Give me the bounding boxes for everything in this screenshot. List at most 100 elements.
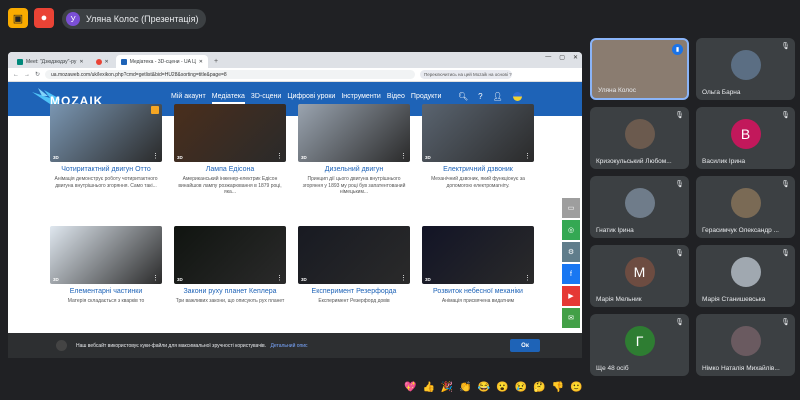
reaction-icon[interactable]: 🤔 — [533, 382, 545, 393]
participant-tile[interactable]: 🎙︎ Кризокульський Любом... — [590, 107, 689, 169]
participant-tile[interactable]: В 🎙︎ Василик Ірина — [696, 107, 795, 169]
media-card-title[interactable]: Розвиток небесної механіки — [422, 288, 534, 295]
media-card[interactable]: 3D ⋮ Елементарні частинки Матерія складаєть… — [50, 226, 162, 318]
reaction-icon[interactable]: 😂 — [478, 382, 490, 393]
menu-item-3d[interactable]: 3D-сцени — [251, 93, 281, 104]
participant-tile[interactable]: 🎙︎ Марія Станишевська — [696, 245, 795, 307]
media-thumbnail[interactable]: 3D ⋮ — [174, 226, 286, 284]
media-card-description: Анімація демонструє роботу чотиритактног… — [54, 176, 158, 189]
media-card[interactable]: 3D ⋮ Розвиток небесної механіки Анімація пр… — [422, 226, 534, 318]
more-options-icon[interactable]: ⋮ — [524, 274, 531, 282]
profile-switch-hint[interactable]: Переключитись на цей Mozaik на основі ? — [420, 70, 513, 79]
reaction-icon[interactable]: 😮 — [496, 382, 508, 393]
mic-off-icon: 🎙︎ — [781, 43, 790, 50]
participant-name: Гнатик Ірина — [596, 227, 634, 234]
cookie-details-link[interactable]: Детальний опис — [270, 343, 307, 349]
menu-item-video[interactable]: Відео — [387, 93, 405, 104]
media-card[interactable]: 3D ⋮ Електричний дзвоник Механічний дзвоник… — [422, 104, 534, 196]
ua-flag-icon[interactable] — [512, 92, 522, 101]
media-card[interactable]: 3D ⋮ Закони руху планет Кеплера Три важливи… — [174, 226, 286, 318]
media-card-title[interactable]: Лампа Едісона — [174, 166, 286, 173]
participant-tile[interactable]: 🎙︎ Гнатик Ірина — [590, 176, 689, 238]
media-card-title[interactable]: Закони руху планет Кеплера — [174, 288, 286, 295]
participant-tile[interactable]: 🎙︎ Герасимчук Олександр ... — [696, 176, 795, 238]
record-icon[interactable]: ● — [34, 8, 54, 28]
media-thumbnail[interactable]: 3D ⋮ — [422, 226, 534, 284]
user-icon[interactable]: 👤︎ — [493, 92, 503, 101]
3d-badge-icon: 3D — [53, 277, 59, 282]
participant-tile[interactable]: 🎙︎ Німко Наталія Михайлів... — [696, 314, 795, 376]
media-thumbnail[interactable]: 3D ⋮ — [174, 104, 286, 162]
present-icon[interactable]: ▣ — [8, 8, 28, 28]
more-options-icon[interactable]: ⋮ — [276, 152, 283, 160]
cookie-ok-button[interactable]: Ок — [510, 339, 540, 352]
mozaik-favicon-icon — [120, 58, 127, 65]
close-icon[interactable]: ✕ — [79, 59, 83, 65]
reaction-icon[interactable]: 👏 — [459, 382, 471, 393]
back-icon[interactable]: ← — [13, 72, 19, 78]
google-classroom-icon[interactable]: ◎ — [562, 220, 580, 240]
forward-icon[interactable]: → — [24, 72, 30, 78]
participant-tile[interactable]: Г 🎙︎ Ще 48 осіб — [590, 314, 689, 376]
more-options-icon[interactable]: ⋮ — [524, 152, 531, 160]
media-card[interactable]: 3D ⋮ Дизельний двигун Принцип дії цього дви… — [298, 104, 410, 196]
help-icon[interactable]: ? — [478, 92, 482, 101]
media-card-title[interactable]: Дизельний двигун — [298, 166, 410, 173]
media-thumbnail[interactable]: 3D ⋮ — [298, 226, 410, 284]
menu-item-products[interactable]: Продукти — [411, 93, 442, 104]
facebook-icon[interactable]: f — [562, 264, 580, 284]
media-card[interactable]: 3D ⋮ Чотиритактний двигун Отто Анімація дем… — [50, 104, 162, 196]
participant-tile[interactable]: М 🎙︎ Марія Мельник — [590, 245, 689, 307]
reaction-icon[interactable]: 😢 — [515, 382, 527, 393]
reaction-icon[interactable]: 👍 — [422, 382, 434, 393]
more-options-icon[interactable]: ⋮ — [152, 274, 159, 282]
url-field[interactable]: ua.mozaweb.com/uk/lexikon.php?cmd=getlis… — [45, 70, 416, 79]
media-thumbnail[interactable]: 3D ⋮ — [298, 104, 410, 162]
close-icon[interactable]: ✕ — [105, 59, 109, 65]
more-options-icon[interactable]: ⋮ — [152, 152, 159, 160]
menu-item-digital-lessons[interactable]: Цифрові уроки — [287, 93, 335, 104]
reaction-icon[interactable]: 🙂 — [570, 382, 582, 393]
participant-avatar — [730, 50, 761, 80]
participant-tile[interactable]: ▮ Уляна Колос — [590, 38, 689, 100]
reaction-icon[interactable]: 💖 — [404, 382, 416, 393]
media-thumbnail[interactable]: 3D ⋮ — [422, 104, 534, 162]
menu-item-tools[interactable]: Інструменти — [341, 93, 380, 104]
more-options-icon[interactable]: ⋮ — [276, 274, 283, 282]
presenter-chip[interactable]: У Уляна Колос (Презентація) — [62, 9, 207, 29]
link-icon[interactable]: ⚙ — [562, 242, 580, 262]
menu-item-mediateka[interactable]: Медіатека — [211, 93, 245, 104]
media-thumbnail[interactable]: 3D ⋮ — [50, 104, 162, 162]
new-tab-icon[interactable]: + — [210, 55, 222, 68]
reaction-icon[interactable]: 🎉 — [441, 382, 453, 393]
browser-tab-active[interactable]: Медіатека - 3D-сцени - UA Ц ✕ — [115, 55, 208, 68]
browser-tab[interactable]: ✕ — [91, 55, 114, 68]
media-card-title[interactable]: Чотиритактний двигун Отто — [50, 166, 162, 173]
media-card-title[interactable]: Елементарні частинки — [50, 288, 162, 295]
close-icon[interactable]: ✕ — [199, 59, 203, 65]
youtube-icon[interactable]: ▶ — [562, 286, 580, 306]
3d-badge-icon: 3D — [425, 155, 431, 160]
reaction-icon[interactable]: 👎 — [552, 382, 564, 393]
media-card-title[interactable]: Експеримент Резерфорда — [298, 288, 410, 295]
media-card[interactable]: 3D ⋮ Експеримент Резерфорда Експеримент Рез… — [298, 226, 410, 318]
email-icon[interactable]: ✉ — [562, 308, 580, 328]
main-menu: Мій акаунт Медіатека 3D-сцени Цифрові ур… — [171, 93, 441, 104]
more-options-icon[interactable]: ⋮ — [400, 152, 407, 160]
media-thumbnail[interactable]: 3D ⋮ — [50, 226, 162, 284]
menu-item-account[interactable]: Мій акаунт — [171, 93, 206, 104]
participant-tile[interactable]: 🎙︎ Ольга Барна — [696, 38, 795, 100]
reload-icon[interactable]: ↻ — [35, 71, 40, 78]
more-options-icon[interactable]: ⋮ — [400, 274, 407, 282]
close-icon[interactable]: ✕ — [573, 54, 578, 61]
browser-tab[interactable]: Meet: "Дзюдзюдзу"-ру ✕ — [12, 55, 89, 68]
media-card-title[interactable]: Електричний дзвоник — [422, 166, 534, 173]
minimize-icon[interactable]: — — [545, 54, 551, 61]
maximize-icon[interactable]: ▢ — [559, 54, 565, 61]
search-icon[interactable]: 🔍︎ — [458, 92, 468, 101]
chat-share-icon[interactable]: ▭ — [562, 198, 580, 218]
media-card[interactable]: 3D ⋮ Лампа Едісона Американський інженер-ел… — [174, 104, 286, 196]
participant-name: Німко Наталія Михайлів... — [702, 365, 780, 372]
3d-badge-icon: 3D — [177, 277, 183, 282]
participant-name: Уляна Колос — [598, 87, 637, 94]
